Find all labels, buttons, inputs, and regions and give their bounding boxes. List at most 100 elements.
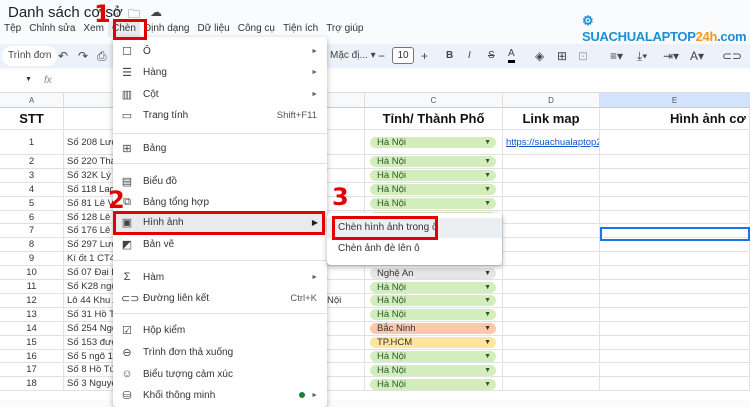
cell[interactable] bbox=[503, 196, 600, 210]
city-dropdown-chip[interactable]: TP.HCM ▼ bbox=[370, 337, 496, 349]
cell[interactable] bbox=[600, 363, 750, 377]
cell[interactable] bbox=[600, 130, 750, 154]
name-box-dropdown-icon[interactable]: ▼ bbox=[25, 76, 32, 83]
cell[interactable] bbox=[503, 182, 600, 196]
insert-menu-item-0[interactable]: ☐ Ô ► bbox=[113, 41, 327, 61]
cell[interactable] bbox=[600, 168, 750, 182]
city-dropdown-chip[interactable]: Hà Nội ▼ bbox=[370, 281, 496, 293]
increase-font-icon[interactable]: + bbox=[421, 48, 428, 64]
cell[interactable]: Hà Nội ▼ bbox=[365, 349, 503, 363]
text-wrap-icon[interactable]: ⇥▾ bbox=[663, 48, 679, 64]
cell[interactable] bbox=[503, 307, 600, 321]
cell[interactable]: STT bbox=[0, 108, 64, 129]
insert-menu-item-12[interactable]: ⊖ Trình đơn thả xuống bbox=[113, 342, 327, 362]
insert-menu-item-14[interactable]: ⛁ Khối thông minh ► bbox=[113, 385, 327, 405]
cell[interactable] bbox=[600, 182, 750, 196]
cell[interactable]: 18 bbox=[0, 377, 64, 391]
cell[interactable] bbox=[600, 252, 750, 266]
insert-menu-item-13[interactable]: ☺ Biểu tượng cảm xúc bbox=[113, 364, 327, 384]
menu-8[interactable]: Trợ giúp bbox=[322, 21, 367, 37]
image-submenu-item-1[interactable]: Chèn ảnh đè lên ô bbox=[327, 239, 502, 259]
cell[interactable] bbox=[600, 321, 750, 335]
cell[interactable]: 3 bbox=[0, 168, 64, 182]
cell[interactable]: 4 bbox=[0, 182, 64, 196]
cell[interactable]: Hà Nội ▼ bbox=[365, 182, 503, 196]
cell[interactable] bbox=[600, 335, 750, 349]
insert-menu-item-11[interactable]: ☑ Hộp kiểm bbox=[113, 320, 327, 340]
cell[interactable]: Tỉnh/ Thành Phố bbox=[365, 108, 503, 129]
cell[interactable]: Nghệ An ▼ bbox=[365, 266, 503, 280]
font-select[interactable]: Mặc đị... ▾ bbox=[330, 48, 376, 64]
selected-cell[interactable] bbox=[600, 227, 750, 241]
cell[interactable]: 7 bbox=[0, 224, 64, 238]
cell[interactable] bbox=[600, 307, 750, 321]
menu-6[interactable]: Công cụ bbox=[234, 21, 279, 37]
cell[interactable] bbox=[600, 155, 750, 168]
cell[interactable]: Hà Nội ▼ bbox=[365, 307, 503, 321]
cell[interactable] bbox=[503, 155, 600, 168]
city-dropdown-chip[interactable]: Hà Nội ▼ bbox=[370, 364, 496, 376]
cell[interactable]: 14 bbox=[0, 321, 64, 335]
cell[interactable]: 11 bbox=[0, 280, 64, 293]
cell[interactable]: 2 bbox=[0, 155, 64, 168]
insert-menu-item-6[interactable]: ⧉ Bảng tổng hợp bbox=[113, 192, 327, 212]
decrease-font-icon[interactable]: − bbox=[378, 48, 385, 64]
cell[interactable]: 8 bbox=[0, 238, 64, 252]
cell[interactable] bbox=[600, 280, 750, 293]
insert-menu-item-5[interactable]: ▤ Biểu đồ bbox=[113, 171, 327, 191]
cell[interactable] bbox=[503, 363, 600, 377]
cell[interactable]: Hà Nội ▼ bbox=[365, 130, 503, 154]
column-header-C[interactable]: C bbox=[365, 93, 503, 108]
city-dropdown-chip[interactable]: Hà Nội ▼ bbox=[370, 309, 496, 321]
city-dropdown-chip[interactable]: Hà Nội ▼ bbox=[370, 351, 496, 363]
star-icon[interactable]: ☆ bbox=[110, 5, 121, 19]
menu-1[interactable]: Chỉnh sửa bbox=[25, 21, 79, 37]
text-rotation-icon[interactable]: A▾ bbox=[690, 48, 704, 64]
city-dropdown-chip[interactable]: Hà Nội ▼ bbox=[370, 295, 496, 307]
insert-menu-item-1[interactable]: ☰ Hàng ► bbox=[113, 62, 327, 82]
cell[interactable]: Link map bbox=[503, 108, 600, 129]
cell[interactable]: Hà Nội ▼ bbox=[365, 377, 503, 391]
cell[interactable] bbox=[503, 238, 600, 252]
cell[interactable] bbox=[503, 210, 600, 224]
align-icon[interactable]: ≡▾ bbox=[610, 48, 623, 64]
menu-0[interactable]: Tệp bbox=[0, 21, 25, 37]
vertical-align-icon[interactable]: ⤓▾ bbox=[637, 48, 647, 64]
cell[interactable] bbox=[600, 349, 750, 363]
cell[interactable]: 15 bbox=[0, 335, 64, 349]
city-dropdown-chip[interactable]: Hà Nội ▼ bbox=[370, 137, 496, 148]
borders-icon[interactable]: ⊞ bbox=[557, 48, 567, 64]
cell[interactable]: Hà Nội ▼ bbox=[365, 196, 503, 210]
cell[interactable]: https://suachualaptop24 bbox=[503, 130, 600, 154]
cell[interactable] bbox=[600, 294, 750, 307]
cell[interactable] bbox=[503, 335, 600, 349]
map-link[interactable]: https://suachualaptop24 bbox=[503, 137, 599, 148]
fill-color-icon[interactable]: ◈ bbox=[535, 48, 544, 64]
city-dropdown-chip[interactable]: Hà Nội ▼ bbox=[370, 184, 496, 196]
column-header-A[interactable]: A bbox=[0, 93, 64, 108]
redo-icon[interactable]: ↷ bbox=[78, 48, 88, 64]
column-header-E[interactable]: E bbox=[600, 93, 750, 108]
merge-cells-icon[interactable]: ⊡ bbox=[578, 48, 588, 64]
cell[interactable]: Hình ảnh cơ s bbox=[600, 108, 750, 129]
cell[interactable] bbox=[503, 349, 600, 363]
insert-menu-item-2[interactable]: ▥ Cột ► bbox=[113, 84, 327, 104]
cell[interactable] bbox=[503, 377, 600, 391]
insert-menu-item-3[interactable]: ▭ Trang tính Shift+F11 bbox=[113, 105, 327, 125]
undo-icon[interactable]: ↶ bbox=[58, 48, 68, 64]
cell[interactable] bbox=[503, 266, 600, 280]
cell[interactable] bbox=[503, 168, 600, 182]
text-color-button[interactable]: A bbox=[508, 48, 515, 63]
cell[interactable] bbox=[503, 280, 600, 293]
city-dropdown-chip[interactable]: Hà Nội ▼ bbox=[370, 170, 496, 182]
column-header-D[interactable]: D bbox=[503, 93, 600, 108]
menu-5[interactable]: Dữ liệu bbox=[193, 21, 233, 37]
strikethrough-icon[interactable]: S bbox=[488, 48, 495, 64]
city-dropdown-chip[interactable]: Hà Nội ▼ bbox=[370, 198, 496, 210]
italic-button[interactable]: I bbox=[468, 48, 471, 64]
font-size-input[interactable]: 10 bbox=[392, 47, 414, 64]
city-dropdown-chip[interactable]: Bắc Ninh ▼ bbox=[370, 323, 496, 335]
cell[interactable]: Hà Nội ▼ bbox=[365, 280, 503, 293]
cell[interactable]: 13 bbox=[0, 307, 64, 321]
cloud-status-icon[interactable]: ☁ bbox=[150, 5, 162, 19]
